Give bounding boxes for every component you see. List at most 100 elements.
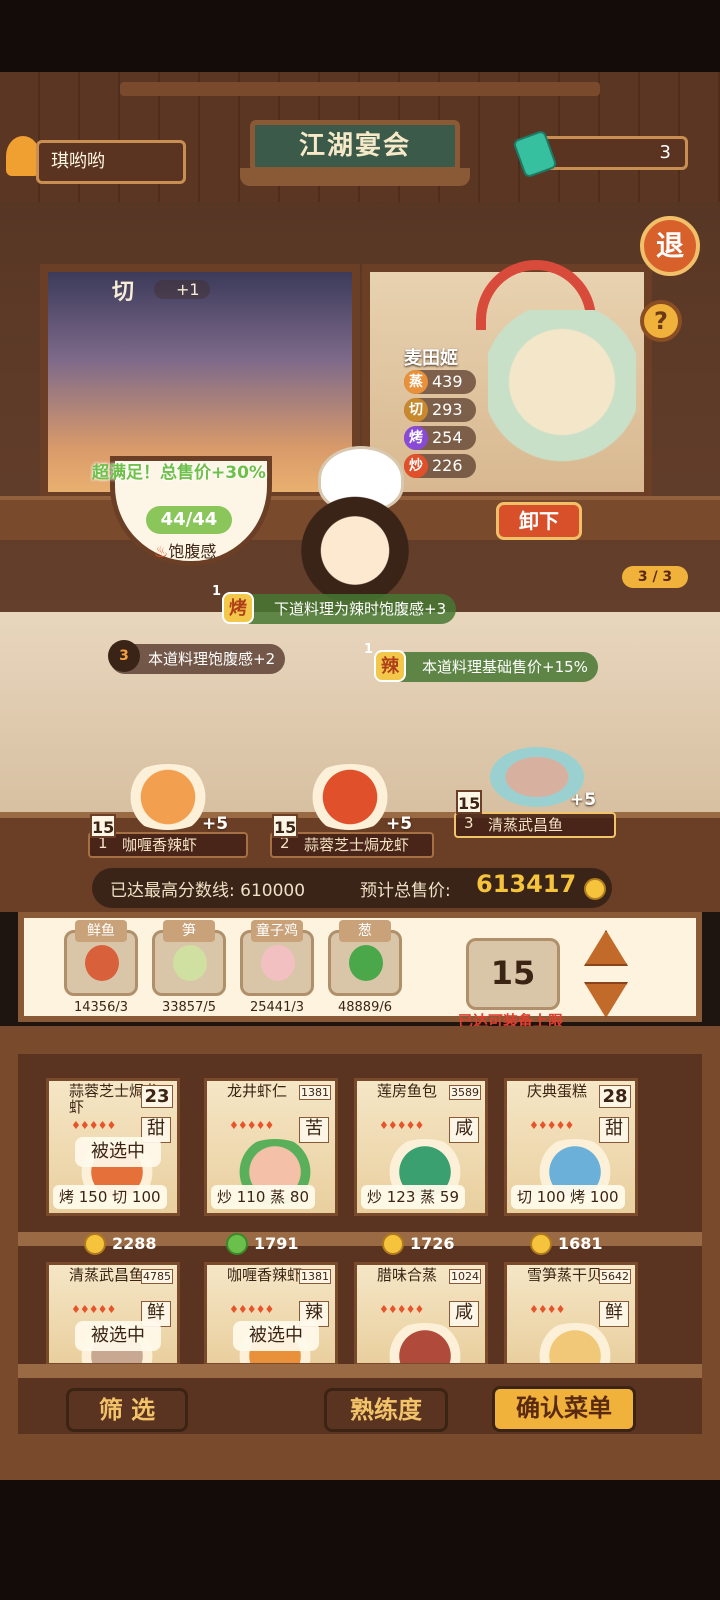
stat-fry: 炒 226 [404, 454, 476, 478]
chef-portrait[interactable] [488, 310, 636, 490]
effect-level: 1 [212, 584, 222, 599]
selected-badge: 被选中 [75, 1137, 161, 1167]
chef-slot-counter: 3 / 3 [622, 566, 688, 588]
fry-icon: 炒 [404, 454, 428, 478]
coin-up-icon [226, 1233, 248, 1255]
flavor-tag: 苦 [299, 1117, 329, 1143]
player-name[interactable]: 琪哟哟 [36, 140, 186, 184]
stat-steam: 蒸 439 [404, 370, 476, 394]
flavor-tag: 咸 [449, 1117, 479, 1143]
ingredient-count: 14356/3 [73, 1000, 128, 1015]
stat-value: 226 [432, 456, 463, 475]
stat-roast: 烤 254 [404, 426, 476, 450]
plate-level: 15 [456, 790, 482, 814]
recipe-card-garlic-lobster[interactable]: 蒜蓉芝士焗龙虾 23 甜 ♦♦♦♦♦ 被选中 烤 150 切 100 [46, 1078, 180, 1216]
satiety-value: 44/44 [146, 506, 232, 534]
confirm-menu-button[interactable]: 确认菜单 [492, 1386, 636, 1432]
recipe-card-steamed-fish[interactable]: 清蒸武昌鱼 4785 鲜 ♦♦♦♦♦ 被选中 [46, 1262, 180, 1366]
filter-button[interactable]: 筛 选 [66, 1388, 188, 1432]
lobster-dish [300, 764, 400, 830]
recipe-count: 3589 [449, 1085, 481, 1100]
skill-requirements: 烤 150 切 100 [53, 1185, 167, 1209]
ingredient-count: 33857/5 [161, 1000, 216, 1015]
capacity-value: 15 [466, 938, 560, 1010]
total-price-label: 预计总售价: [360, 881, 451, 901]
coin-icon [84, 1233, 106, 1255]
recipe-count: 1024 [449, 1269, 481, 1284]
skill-requirements: 炒 123 蒸 59 [361, 1185, 466, 1209]
steam-icon: 蒸 [404, 370, 428, 394]
rating-flames: ♦♦♦♦♦ [71, 1119, 116, 1132]
skill-requirements: 切 100 烤 100 [511, 1185, 625, 1209]
rating-flames: ♦♦♦♦♦ [229, 1303, 274, 1316]
plate-slot-1[interactable]: 咖喱香辣虾 1 15 +5 [88, 760, 248, 858]
recipe-count: 5642 [599, 1269, 631, 1284]
spicy-effect-icon: 辣 [374, 650, 406, 682]
recipe-count: 1381 [299, 1085, 331, 1100]
recipe-count: 23 [141, 1085, 173, 1108]
plate-slot-3-selected[interactable]: 清蒸武昌鱼 3 15 +5 [454, 734, 616, 856]
banner-title: 江湖宴会 [250, 120, 460, 172]
effect-level: 1 [364, 642, 374, 657]
recipe-count: 28 [599, 1085, 631, 1108]
unload-button[interactable]: 卸下 [496, 502, 582, 540]
cut-label: 切 [112, 280, 135, 305]
rating-flames: ♦♦♦♦♦ [379, 1303, 424, 1316]
ingredient-name: 鲜鱼 [75, 920, 127, 942]
effect-bubble-3: 本道料理基础售价+15% [384, 652, 598, 682]
exit-button[interactable]: 退 [640, 216, 700, 276]
roast-effect-icon: 烤 [222, 592, 254, 624]
recipe-count: 4785 [141, 1269, 173, 1284]
rating-flames: ♦♦♦♦ [529, 1303, 565, 1316]
selected-badge: 被选中 [233, 1321, 319, 1351]
plate-bonus: +5 [386, 814, 413, 834]
selected-badge: 被选中 [75, 1321, 161, 1351]
dish-image [529, 1323, 621, 1363]
stat-value: 293 [432, 400, 463, 419]
ingredient-count: 48889/6 [337, 1000, 392, 1015]
coin-icon [530, 1233, 552, 1255]
satiety-label: ♨饱腹感 [154, 542, 217, 561]
proficiency-button[interactable]: 熟练度 [324, 1388, 448, 1432]
cut-icon: 切 [404, 398, 428, 422]
coin-icon [584, 878, 606, 900]
fire-icon: ♨ [154, 542, 169, 561]
recipe-card-scallop[interactable]: 雪笋蒸干贝 5642 鲜 ♦♦♦♦ [504, 1262, 638, 1366]
recipe-card-curry-shrimp[interactable]: 咖喱香辣虾 1381 辣 ♦♦♦♦♦ 被选中 [204, 1262, 338, 1366]
rating-flames: ♦♦♦♦♦ [529, 1119, 574, 1132]
gem-counter: 3 [540, 136, 688, 170]
plate-slot-2[interactable]: 蒜蓉芝士焗龙虾 2 15 +5 [270, 760, 434, 858]
plate-bonus: +5 [202, 814, 229, 834]
plate-level: 15 [272, 814, 298, 838]
stat-value: 439 [432, 372, 463, 391]
total-price-value: 613417 [476, 870, 577, 898]
chef-name: 麦田姬 [404, 348, 458, 369]
dish-image [379, 1323, 471, 1363]
top-black-band [0, 0, 720, 72]
best-score-value: 610000 [240, 881, 306, 901]
flavor-tag: 咸 [449, 1301, 479, 1327]
best-score-label: 已达最高分数线: 610000 [110, 881, 306, 901]
recipe-card-longjing-shrimp[interactable]: 龙井虾仁 1381 苦 ♦♦♦♦♦ 炒 110 蒸 80 [204, 1078, 338, 1216]
player-avatar-icon[interactable] [6, 136, 40, 176]
roof-beam [120, 82, 600, 96]
help-button[interactable]: ? [640, 300, 682, 342]
effect-bubble-1: 下道料理为辣时饱腹感+3 [236, 594, 457, 624]
recipe-card-lotus-fish[interactable]: 莲房鱼包 3589 咸 ♦♦♦♦♦ 炒 123 蒸 59 [354, 1078, 488, 1216]
recipe-price: 1681 [530, 1232, 630, 1256]
roast-icon: 烤 [404, 426, 428, 450]
skill-requirements: 炒 110 蒸 80 [211, 1185, 316, 1209]
recipe-card-celebration-cake[interactable]: 庆典蛋糕 28 甜 ♦♦♦♦♦ 切 100 烤 100 [504, 1078, 638, 1216]
plate-bonus: +5 [570, 790, 597, 810]
plate-index: 3 [464, 814, 474, 832]
coin-icon [382, 1233, 404, 1255]
recipe-price: 1791 [226, 1232, 326, 1256]
satisfy-text: 超满足！总售价+30% [92, 463, 266, 483]
cut-plus: +1 [154, 280, 210, 299]
ingredient-name: 笋 [163, 920, 215, 942]
recipe-price: 1726 [382, 1232, 482, 1256]
rating-flames: ♦♦♦♦♦ [229, 1119, 274, 1132]
recipe-price: 2288 [84, 1232, 184, 1256]
recipe-card-cured-meat[interactable]: 腊味合蒸 1024 咸 ♦♦♦♦♦ [354, 1262, 488, 1366]
stat-value: 254 [432, 428, 463, 447]
